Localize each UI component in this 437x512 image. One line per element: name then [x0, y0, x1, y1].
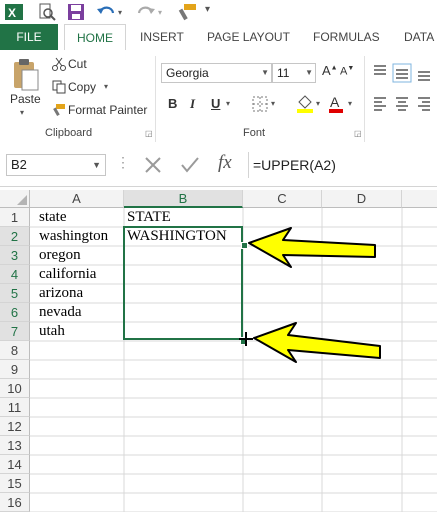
clipboard-group-label: Clipboard [45, 127, 93, 139]
format-painter-icon [53, 104, 65, 116]
chevron-down-icon: ▼ [261, 68, 269, 77]
chevron-down-icon: ▼ [305, 68, 313, 77]
cell-a7[interactable]: utah [36, 322, 65, 341]
ribbon: Paste ▾ Cut Copy ▾ Format Painter Clipbo… [0, 50, 437, 147]
customize-qat-icon[interactable]: ▾ [205, 4, 210, 15]
column-header-e[interactable] [402, 190, 437, 208]
row-header-16[interactable]: 16 [0, 493, 30, 512]
shrink-font-icon[interactable]: A▼ [340, 65, 354, 78]
fill-color-dropdown-icon[interactable]: ▾ [316, 99, 320, 108]
cell-a2[interactable]: washington [36, 227, 108, 246]
column-header-c[interactable]: C [243, 190, 322, 208]
align-icon[interactable] [372, 60, 436, 120]
row-header-8[interactable]: 8 [0, 341, 30, 360]
font-size-select[interactable]: 11 ▼ [272, 63, 316, 83]
grip-icon: ⋮ [116, 154, 131, 170]
row-header-7[interactable]: 7 [0, 322, 30, 341]
cell-a4[interactable]: california [36, 265, 96, 284]
font-size-value: 11 [277, 66, 290, 80]
row-header-15[interactable]: 15 [0, 474, 30, 493]
tab-formulas[interactable]: FORMULAS [313, 24, 380, 50]
paste-dropdown-icon[interactable]: ▾ [20, 108, 24, 117]
formula-bar: B2 ▼ ⋮ fx =UPPER(A2) [0, 146, 437, 187]
row-header-13[interactable]: 13 [0, 436, 30, 455]
print-preview-icon[interactable] [38, 3, 56, 21]
copy-dropdown-icon[interactable]: ▾ [104, 82, 108, 91]
column-header-b[interactable]: B [124, 190, 243, 208]
cell-a3[interactable]: oregon [36, 246, 81, 265]
cut-icon [52, 57, 66, 71]
copy-icon [52, 80, 66, 94]
font-color-dropdown-icon[interactable]: ▾ [348, 99, 352, 108]
italic-button[interactable]: I [190, 96, 195, 112]
row-header-2[interactable]: 2 [0, 227, 30, 246]
fill-color-icon[interactable] [296, 94, 314, 114]
paste-button[interactable]: Paste [10, 92, 41, 106]
font-launcher-icon[interactable]: ◲ [354, 129, 362, 138]
row-header-11[interactable]: 11 [0, 398, 30, 417]
format-painter-icon[interactable] [176, 3, 198, 21]
font-family-select[interactable]: Georgia ▼ [161, 63, 272, 83]
group-divider [364, 56, 365, 142]
row-header-5[interactable]: 5 [0, 284, 30, 303]
ribbon-tabs: FILE HOME INSERT PAGE LAYOUT FORMULAS DA… [0, 24, 437, 51]
clipboard-launcher-icon[interactable]: ◲ [145, 129, 153, 138]
selection-range [123, 226, 243, 340]
underline-dropdown-icon[interactable]: ▾ [226, 99, 230, 108]
borders-dropdown-icon[interactable]: ▾ [271, 99, 275, 108]
name-box-value: B2 [11, 157, 27, 172]
tab-page-layout[interactable]: PAGE LAYOUT [207, 24, 290, 50]
row-header-10[interactable]: 10 [0, 379, 30, 398]
formula-input[interactable]: =UPPER(A2) [248, 152, 437, 178]
group-divider [155, 56, 156, 142]
name-box[interactable]: B2 ▼ [6, 154, 106, 176]
row-header-14[interactable]: 14 [0, 455, 30, 474]
column-header-a[interactable]: A [30, 190, 124, 208]
cancel-icon[interactable] [144, 156, 162, 174]
cell-a1[interactable]: state [36, 208, 67, 227]
quick-access-toolbar: X ▾ ▾ ▾ [0, 0, 437, 24]
insert-function-button[interactable]: fx [218, 152, 232, 174]
enter-icon[interactable] [180, 156, 200, 174]
bold-button[interactable]: B [168, 96, 177, 111]
grow-font-icon[interactable]: A▲ [322, 63, 338, 78]
callout-arrow-icon [253, 322, 381, 363]
redo-icon[interactable]: ▾ [136, 3, 166, 21]
row-header-4[interactable]: 4 [0, 265, 30, 284]
chevron-down-icon: ▼ [92, 160, 101, 170]
copy-button[interactable]: Copy [68, 80, 96, 94]
row-header-1[interactable]: 1 [0, 208, 30, 227]
cell-b1[interactable]: STATE [124, 208, 171, 227]
cell-a6[interactable]: nevada [36, 303, 81, 322]
row-header-6[interactable]: 6 [0, 303, 30, 322]
excel-logo-icon: X [5, 4, 23, 20]
tab-insert[interactable]: INSERT [140, 24, 184, 50]
row-header-9[interactable]: 9 [0, 360, 30, 379]
callout-arrow-icon [248, 227, 376, 268]
underline-button[interactable]: U [211, 96, 220, 111]
tab-file[interactable]: FILE [0, 24, 58, 50]
font-group-label: Font [243, 127, 266, 139]
formula-value: =UPPER(A2) [253, 157, 336, 173]
tab-data[interactable]: DATA [404, 24, 434, 50]
font-family-value: Georgia [166, 66, 209, 80]
svg-text:▾: ▾ [158, 8, 162, 17]
select-all-corner[interactable] [0, 190, 30, 208]
svg-text:X: X [8, 6, 16, 20]
tab-home[interactable]: HOME [64, 24, 126, 51]
cut-button[interactable]: Cut [68, 57, 87, 71]
row-header-3[interactable]: 3 [0, 246, 30, 265]
column-header-d[interactable]: D [322, 190, 402, 208]
format-painter-button[interactable]: Format Painter [68, 103, 147, 117]
svg-text:▾: ▾ [118, 8, 122, 17]
cell-a5[interactable]: arizona [36, 284, 83, 303]
svg-text:A: A [330, 94, 340, 110]
save-icon[interactable] [67, 3, 85, 21]
font-color-icon[interactable]: A [328, 94, 344, 114]
row-header-12[interactable]: 12 [0, 417, 30, 436]
paste-icon[interactable] [12, 58, 40, 92]
borders-icon[interactable] [252, 96, 268, 112]
undo-icon[interactable]: ▾ [96, 3, 126, 21]
